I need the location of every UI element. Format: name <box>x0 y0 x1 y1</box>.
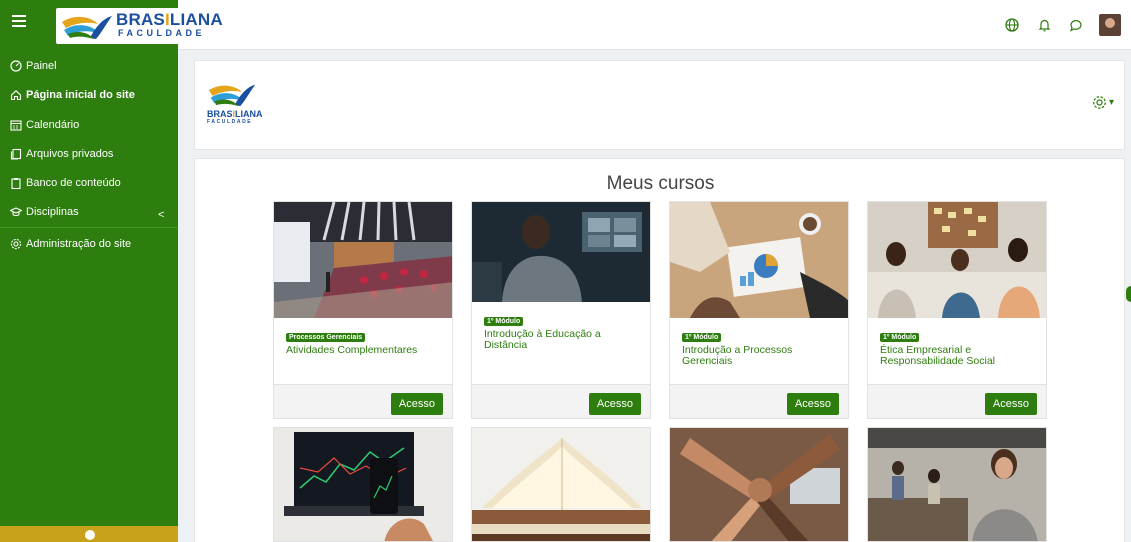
course-title[interactable]: Introdução à Educação a Distância <box>484 329 642 351</box>
logo-bird-icon <box>208 84 256 107</box>
access-button[interactable]: Acesso <box>390 393 443 415</box>
course-image-trading-phone[interactable] <box>273 427 453 542</box>
sidebar-item-disciplinas[interactable]: Disciplinas <box>10 202 79 222</box>
course-title[interactable]: Atividades Complementares <box>286 345 444 356</box>
course-image-video-call[interactable] <box>472 202 650 302</box>
course-image-books[interactable] <box>471 427 651 542</box>
sidebar-item-private-files[interactable]: Arquivos privados <box>10 144 113 164</box>
settings-menu-button[interactable]: ▾ <box>1092 95 1114 110</box>
header-subtitle: FACULDADE <box>207 119 253 125</box>
course-title[interactable]: Ética Empresarial e Responsabilidade Soc… <box>880 345 1038 367</box>
course-image-team-handshake[interactable] <box>868 202 1046 318</box>
sidebar-footer-bar <box>0 526 178 542</box>
course-card[interactable]: 1º Módulo Ética Empresarial e Responsabi… <box>867 201 1047 419</box>
gear-icon <box>1093 96 1106 109</box>
hamburger-icon[interactable] <box>12 15 26 29</box>
course-card[interactable]: 1º Módulo Introdução a Processos Gerenci… <box>669 201 849 419</box>
clipboard-icon <box>11 178 21 189</box>
graduation-cap-icon <box>10 207 22 217</box>
globe-icon[interactable] <box>1003 16 1021 34</box>
top-navbar: BRASILIANA FACULDADE <box>0 0 1131 50</box>
sidebar-divider <box>0 227 178 228</box>
calendar-icon <box>10 120 22 131</box>
course-card-footer: Acesso <box>472 384 650 418</box>
course-card-footer: Acesso <box>274 384 452 418</box>
chat-icon[interactable] <box>1067 16 1085 34</box>
course-card[interactable]: Processos Gerenciais Atividades Compleme… <box>273 201 453 419</box>
sidebar: Painel Página inicial do site Calendário… <box>0 50 178 542</box>
brand-logo[interactable]: BRASILIANA FACULDADE <box>56 8 223 44</box>
course-image-auditorium[interactable] <box>274 202 452 318</box>
course-card[interactable]: 1º Módulo Introdução à Educação a Distân… <box>471 201 651 419</box>
user-avatar[interactable] <box>1099 14 1121 36</box>
navbar-icons <box>1003 14 1121 36</box>
disciplinas-chevron-icon[interactable]: < <box>158 209 164 221</box>
sidebar-item-home[interactable]: Página inicial do site <box>10 85 135 105</box>
course-category-badge: 1º Módulo <box>880 333 920 342</box>
drawer-toggle-handle[interactable] <box>1126 286 1131 302</box>
course-image-meeting-charts[interactable] <box>670 202 848 318</box>
page-header: BRASILIANA FACULDADE ▾ <box>194 60 1125 150</box>
access-button[interactable]: Acesso <box>984 393 1037 415</box>
header-logo: BRASILIANA FACULDADE <box>207 79 263 125</box>
course-title[interactable]: Introdução a Processos Gerenciais <box>682 345 840 367</box>
help-icon[interactable] <box>85 530 95 540</box>
bell-icon[interactable] <box>1035 16 1053 34</box>
home-icon <box>10 90 22 101</box>
gear-icon <box>10 238 22 250</box>
chevron-down-icon: ▾ <box>1108 97 1114 108</box>
brand-subtitle: FACULDADE <box>118 28 205 38</box>
sidebar-item-content-bank[interactable]: Banco de conteúdo <box>10 173 121 193</box>
sidebar-item-painel[interactable]: Painel <box>10 56 57 76</box>
course-image-team-hands[interactable] <box>669 427 849 542</box>
course-category-badge: 1º Módulo <box>484 317 524 326</box>
course-card-footer: Acesso <box>670 384 848 418</box>
files-icon <box>10 148 22 160</box>
access-button[interactable]: Acesso <box>786 393 839 415</box>
brand-wordmark: BRASILIANA <box>116 10 223 29</box>
course-card-footer: Acesso <box>868 384 1046 418</box>
sidebar-item-site-admin[interactable]: Administração do site <box>10 234 131 254</box>
my-courses-panel: Meus cursos Processos Gerenciais Ativida… <box>194 158 1125 542</box>
header-wordmark: BRASILIANA <box>207 109 263 119</box>
course-image-office-woman[interactable] <box>867 427 1047 542</box>
dashboard-icon <box>10 60 22 72</box>
logo-bird-icon <box>62 16 112 39</box>
sidebar-item-calendar[interactable]: Calendário <box>10 115 79 135</box>
page-title: Meus cursos <box>606 173 715 194</box>
access-button[interactable]: Acesso <box>588 393 641 415</box>
course-category-badge: Processos Gerenciais <box>286 333 366 342</box>
course-category-badge: 1º Módulo <box>682 333 722 342</box>
